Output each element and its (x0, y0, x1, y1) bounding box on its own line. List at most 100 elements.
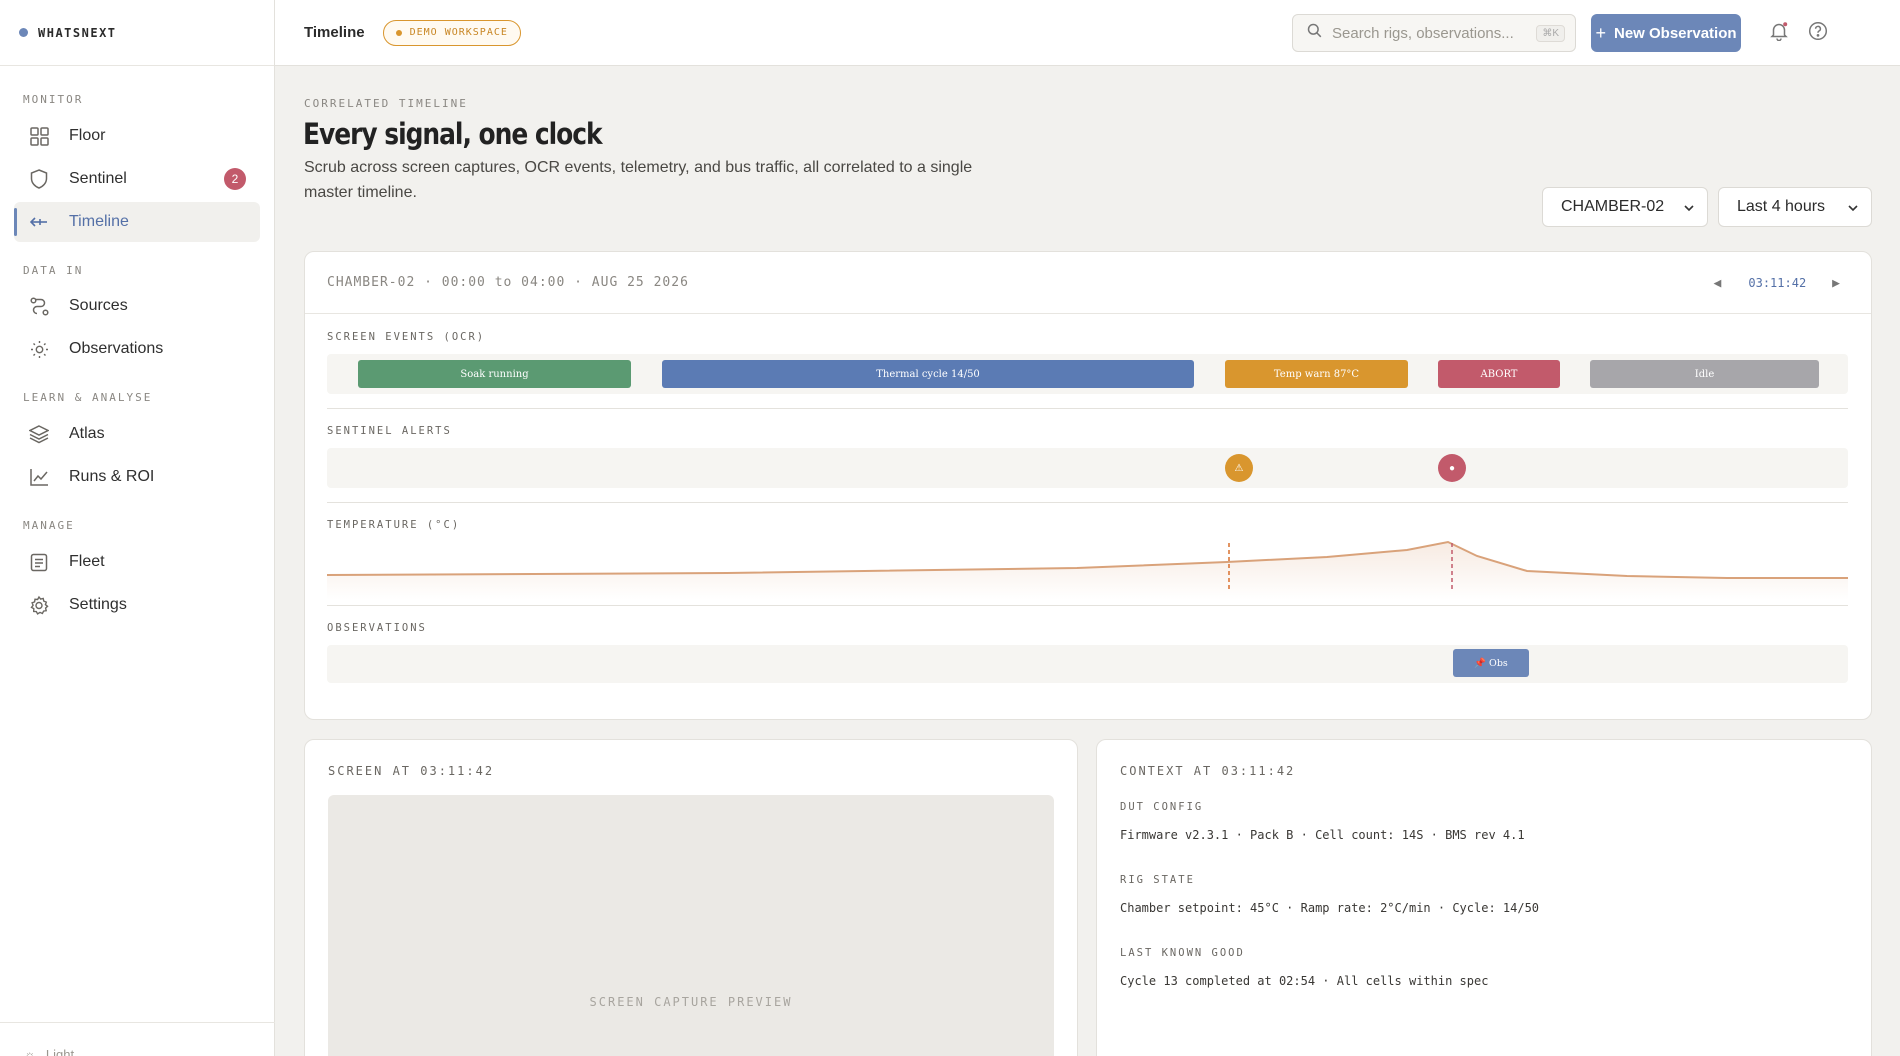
sidebar-item-sentinel[interactable]: Sentinel 2 (14, 159, 260, 199)
last-known-good-label: LAST KNOWN GOOD (1120, 947, 1245, 959)
sidebar-item-label: Observations (69, 340, 164, 357)
sidebar-item-label: Sentinel (69, 170, 127, 187)
warning-icon: ⚠ (1234, 462, 1244, 474)
sidebar-item-label: Fleet (69, 553, 105, 570)
chart-line-icon (29, 467, 49, 487)
sidebar-item-label: Sources (69, 297, 128, 314)
context-panel-title: CONTEXT AT 03:11:42 (1120, 764, 1296, 778)
dut-config-value: Firmware v2.3.1 · Pack B · Cell count: 1… (1120, 828, 1525, 842)
gear-icon (29, 595, 49, 615)
search-icon (1307, 23, 1322, 43)
sidebar-item-label: Timeline (69, 213, 129, 230)
help-button[interactable] (1801, 16, 1835, 50)
theme-toggle-label: Light (45, 1047, 75, 1056)
abort-icon: ● (1448, 462, 1456, 474)
range-select-value: Last 4 hours (1737, 198, 1826, 215)
theme-toggle[interactable]: ☼ Light (0, 1022, 275, 1056)
sidebar-item-timeline[interactable]: Timeline (14, 202, 260, 242)
screen-capture-preview[interactable]: SCREEN CAPTURE PREVIEW (328, 795, 1054, 1056)
bell-icon (1769, 21, 1789, 46)
lane-label-temperature: TEMPERATURE (°C) (327, 519, 461, 531)
alert-marker[interactable]: ● (1438, 454, 1466, 482)
dut-config-label: DUT CONFIG (1120, 801, 1204, 813)
context-panel: CONTEXT AT 03:11:42 DUT CONFIG Firmware … (1096, 739, 1872, 1056)
observation-chip[interactable]: 📌 Obs (1453, 649, 1529, 677)
screen-event-label: Temp warn 87°C (1273, 368, 1360, 380)
screen-event[interactable]: Temp warn 87°C (1225, 360, 1408, 388)
next-step-button[interactable]: ▶ (1832, 276, 1841, 291)
screen-panel-title: SCREEN AT 03:11:42 (328, 764, 495, 778)
workspace-badge-label: DEMO WORKSPACE (409, 27, 508, 38)
sidebar-item-label: Floor (69, 127, 106, 144)
lane-divider (327, 605, 1848, 606)
sidebar-item-settings[interactable]: Settings (14, 585, 260, 625)
new-observation-button[interactable]: + New Observation (1591, 14, 1741, 52)
range-select[interactable]: Last 4 hours (1718, 187, 1872, 227)
notifications-button[interactable] (1762, 16, 1796, 50)
page-eyebrow: CORRELATED TIMELINE (304, 97, 468, 110)
alert-marker[interactable]: ⚠ (1225, 454, 1253, 482)
timeline-range-label: CHAMBER-02 · 00:00 to 04:00 · AUG 25 202… (327, 275, 689, 290)
sidebar-item-fleet[interactable]: Fleet (14, 542, 260, 582)
status-dot-icon (395, 29, 402, 36)
screen-panel: SCREEN AT 03:11:42 SCREEN CAPTURE PREVIE… (304, 739, 1078, 1056)
shield-icon (29, 169, 49, 189)
sidebar-item-sources[interactable]: Sources (14, 286, 260, 326)
sidebar-item-floor[interactable]: Floor (14, 116, 260, 156)
sun-icon: ☼ (24, 1047, 36, 1056)
new-observation-label: New Observation (1613, 24, 1737, 42)
lane-label-observations: OBSERVATIONS (327, 622, 427, 634)
search-input[interactable] (1332, 24, 1522, 42)
brand-dot-icon (19, 28, 28, 37)
nav-section-monitor: MONITOR (23, 93, 84, 106)
timeline-scrubber: ◀ 03:11:42 ▶ (1714, 252, 1841, 314)
sentinel-count-badge: 2 (224, 168, 246, 190)
nav-section-data-in: DATA IN (23, 264, 84, 277)
last-known-good-value: Cycle 13 completed at 02:54 · All cells … (1120, 974, 1489, 988)
observation-chip-label: 📌 Obs (1474, 657, 1508, 669)
sidebar-item-observations[interactable]: Observations (14, 329, 260, 369)
sun-icon (29, 339, 49, 359)
search-box[interactable]: ⌘K (1292, 14, 1576, 52)
timeline-card: CHAMBER-02 · 00:00 to 04:00 · AUG 25 202… (304, 251, 1872, 720)
screen-event[interactable]: Idle (1590, 360, 1819, 388)
sidebar-item-atlas[interactable]: Atlas (14, 414, 260, 454)
sidebar-item-label: Runs & ROI (69, 468, 155, 485)
prev-step-button[interactable]: ◀ (1714, 276, 1723, 291)
chevron-down-icon (1683, 201, 1695, 219)
layers-icon (29, 424, 49, 444)
chevron-down-icon (1847, 201, 1859, 219)
list-icon (29, 552, 49, 572)
sidebar: WHATSNEXT MONITOR Floor Sentinel 2 Timel… (0, 0, 275, 1056)
screen-event[interactable]: ABORT (1438, 360, 1560, 388)
observations-lane: 📌 Obs (327, 645, 1848, 683)
current-time: 03:11:42 (1748, 276, 1807, 290)
screen-event[interactable]: Thermal cycle 14/50 (662, 360, 1194, 388)
screen-event-label: Idle (1694, 368, 1715, 380)
grid-icon (29, 126, 49, 146)
sentinel-alerts-lane: ⚠ ● (327, 448, 1848, 488)
temperature-sparkline (327, 540, 1848, 600)
preview-placeholder-label: SCREEN CAPTURE PREVIEW (589, 995, 793, 1009)
lane-divider (327, 408, 1848, 409)
lane-label-sentinel-alerts: SENTINEL ALERTS (327, 425, 452, 437)
rig-select-value: CHAMBER-02 (1561, 198, 1665, 215)
lane-divider (327, 502, 1848, 503)
timeline-icon (29, 212, 49, 232)
sidebar-item-runs-roi[interactable]: Runs & ROI (14, 457, 260, 497)
page-breadcrumb-title: Timeline (304, 24, 365, 41)
rig-state-value: Chamber setpoint: 45°C · Ramp rate: 2°C/… (1120, 901, 1540, 915)
search-shortcut-hint: ⌘K (1536, 24, 1565, 42)
rig-select[interactable]: CHAMBER-02 (1542, 187, 1708, 227)
nav-section-manage: MANAGE (23, 519, 75, 532)
screen-event-label: ABORT (1480, 368, 1518, 380)
brand[interactable]: WHATSNEXT (0, 0, 274, 66)
plus-icon: + (1595, 22, 1606, 43)
page-subtitle: Scrub across screen captures, OCR events… (304, 159, 973, 201)
sidebar-item-label: Settings (69, 596, 127, 613)
rig-state-label: RIG STATE (1120, 874, 1195, 886)
screen-event[interactable]: Soak running (358, 360, 631, 388)
lane-label-screen-events: SCREEN EVENTS (OCR) (327, 331, 486, 343)
screen-event-label: Thermal cycle 14/50 (876, 368, 980, 380)
screen-events-lane: Soak running Thermal cycle 14/50 Temp wa… (327, 354, 1848, 394)
